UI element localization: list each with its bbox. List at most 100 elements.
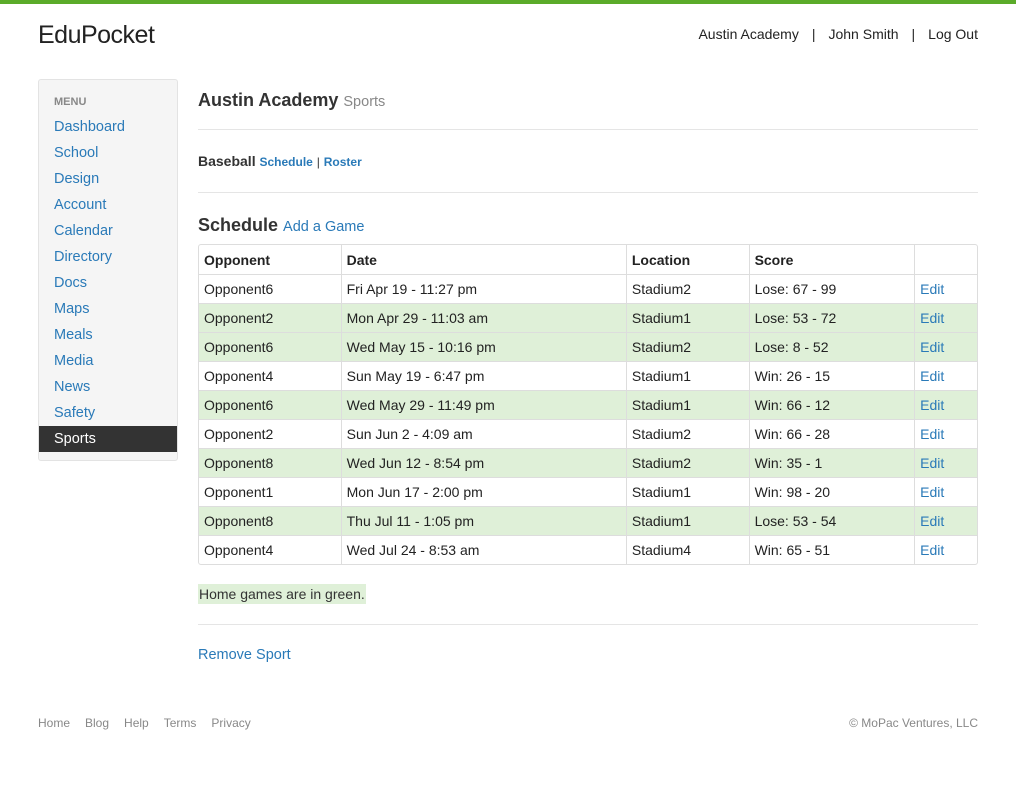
user-nav: Austin Academy | John Smith | Log Out xyxy=(698,26,978,42)
action-cell: Edit xyxy=(914,390,977,419)
add-game-link[interactable]: Add a Game xyxy=(283,219,364,235)
logout-link[interactable]: Log Out xyxy=(928,26,978,42)
edit-game-link[interactable]: Edit xyxy=(920,310,944,326)
action-cell: Edit xyxy=(914,506,977,535)
footer-link-blog[interactable]: Blog xyxy=(85,716,109,730)
sidebar-item-label[interactable]: Maps xyxy=(54,296,177,322)
location-cell: Stadium1 xyxy=(625,361,749,390)
brand-logo[interactable]: EduPocket xyxy=(38,21,155,50)
sidebar-item-label[interactable]: Safety xyxy=(54,400,177,426)
sidebar-item-calendar[interactable]: Calendar xyxy=(39,218,177,244)
opponent-cell: Opponent6 xyxy=(199,390,341,419)
sidebar-item-label[interactable]: Calendar xyxy=(54,218,177,244)
edit-game-link[interactable]: Edit xyxy=(920,455,944,471)
action-cell: Edit xyxy=(914,419,977,448)
sidebar-item-label[interactable]: Sports xyxy=(54,426,177,452)
sidebar-item-media[interactable]: Media xyxy=(39,348,177,374)
sidebar-item-sports[interactable]: Sports xyxy=(39,426,177,452)
opponent-cell: Opponent2 xyxy=(199,303,341,332)
location-cell: Stadium1 xyxy=(625,506,749,535)
copyright: © MoPac Ventures, LLC xyxy=(849,716,978,730)
remove-sport-link[interactable]: Remove Sport xyxy=(198,647,291,663)
sidebar-item-label[interactable]: Dashboard xyxy=(54,114,177,140)
menu-label: MENU xyxy=(54,96,87,108)
footer-links: Home Blog Help Terms Privacy xyxy=(38,716,978,730)
footer-link-privacy[interactable]: Privacy xyxy=(211,716,250,730)
edit-game-link[interactable]: Edit xyxy=(920,281,944,297)
date-cell: Mon Jun 17 - 2:00 pm xyxy=(340,477,626,506)
date-cell: Thu Jul 11 - 1:05 pm xyxy=(340,506,626,535)
sidebar-item-design[interactable]: Design xyxy=(39,166,177,192)
footer-link-home[interactable]: Home xyxy=(38,716,70,730)
sport-subnav: Baseball Schedule | Roster xyxy=(198,153,362,169)
sidebar-item-account[interactable]: Account xyxy=(39,192,177,218)
table-row: Opponent6 Fri Apr 19 - 11:27 pm Stadium2 Lo… xyxy=(199,274,977,303)
edit-game-link[interactable]: Edit xyxy=(920,397,944,413)
sidebar-item-dashboard[interactable]: Dashboard xyxy=(39,114,177,140)
score-cell: Win: 66 - 28 xyxy=(748,419,915,448)
opponent-cell: Opponent6 xyxy=(199,274,341,303)
sidebar-item-label[interactable]: Docs xyxy=(54,270,177,296)
roster-link[interactable]: Roster xyxy=(324,155,362,169)
sidebar-item-label[interactable]: Directory xyxy=(54,244,177,270)
action-cell: Edit xyxy=(914,477,977,506)
sidebar-item-label[interactable]: School xyxy=(54,140,177,166)
edit-game-link[interactable]: Edit xyxy=(920,542,944,558)
sidebar-item-school[interactable]: School xyxy=(39,140,177,166)
header: EduPocket Austin Academy | John Smith | … xyxy=(0,4,1016,64)
footer-link-terms[interactable]: Terms xyxy=(164,716,197,730)
sidebar-item-maps[interactable]: Maps xyxy=(39,296,177,322)
school-link[interactable]: Austin Academy xyxy=(698,26,798,42)
subnav-separator: | xyxy=(316,155,320,169)
table-row: Opponent2 Mon Apr 29 - 11:03 am Stadium1 Lo… xyxy=(199,303,977,332)
table-row: Opponent2 Sun Jun 2 - 4:09 am Stadium2 Win:… xyxy=(199,419,977,448)
edit-game-link[interactable]: Edit xyxy=(920,368,944,384)
column-header: Opponent xyxy=(204,251,271,268)
action-cell: Edit xyxy=(914,332,977,361)
user-link[interactable]: John Smith xyxy=(828,26,898,42)
table-row: Opponent4 Sun May 19 - 6:47 pm Stadium1 Win… xyxy=(199,361,977,390)
score-cell: Lose: 8 - 52 xyxy=(748,332,915,361)
action-cell: Edit xyxy=(914,448,977,477)
page-title-text: Austin Academy xyxy=(198,90,339,110)
schedule-title: Schedule xyxy=(198,215,279,235)
score-cell: Lose: 53 - 54 xyxy=(748,506,915,535)
opponent-cell: Opponent4 xyxy=(199,535,341,564)
column-header: Score xyxy=(748,245,915,274)
sidebar-item-label[interactable]: Account xyxy=(54,192,177,218)
opponent-cell: Opponent1 xyxy=(199,477,341,506)
opponent-cell: Opponent6 xyxy=(199,332,341,361)
date-cell: Wed Jun 12 - 8:54 pm xyxy=(340,448,626,477)
divider xyxy=(198,624,978,625)
sidebar-item-label[interactable]: Meals xyxy=(54,322,177,348)
divider xyxy=(198,192,978,193)
edit-game-link[interactable]: Edit xyxy=(920,426,944,442)
action-cell: Edit xyxy=(914,535,977,564)
schedule-table: Opponent Date Location Score Opponent6 Fr… xyxy=(198,244,978,565)
column-header: Location xyxy=(625,245,749,274)
score-cell: Win: 65 - 51 xyxy=(748,535,915,564)
nav-separator: | xyxy=(811,26,816,42)
schedule-link[interactable]: Schedule xyxy=(259,155,312,169)
column-header: Date xyxy=(340,245,626,274)
edit-game-link[interactable]: Edit xyxy=(920,339,944,355)
table-row: Opponent1 Mon Jun 17 - 2:00 pm Stadium1 Win… xyxy=(199,477,977,506)
footer-link-help[interactable]: Help xyxy=(124,716,149,730)
date-cell: Wed May 29 - 11:49 pm xyxy=(340,390,626,419)
table-row: Opponent8 Wed Jun 12 - 8:54 pm Stadium2 Win… xyxy=(199,448,977,477)
location-cell: Stadium1 xyxy=(625,390,749,419)
score-cell: Win: 35 - 1 xyxy=(748,448,915,477)
sidebar-item-label[interactable]: News xyxy=(54,374,177,400)
location-cell: Stadium4 xyxy=(625,535,749,564)
sidebar-item-meals[interactable]: Meals xyxy=(39,322,177,348)
sidebar-item-label[interactable]: Design xyxy=(54,166,177,192)
sidebar-item-directory[interactable]: Directory xyxy=(39,244,177,270)
sidebar-item-docs[interactable]: Docs xyxy=(39,270,177,296)
edit-game-link[interactable]: Edit xyxy=(920,484,944,500)
sidebar-item-label[interactable]: Media xyxy=(54,348,177,374)
sidebar-item-safety[interactable]: Safety xyxy=(39,400,177,426)
action-cell: Edit xyxy=(914,274,977,303)
date-cell: Sun Jun 2 - 4:09 am xyxy=(340,419,626,448)
edit-game-link[interactable]: Edit xyxy=(920,513,944,529)
sidebar-item-news[interactable]: News xyxy=(39,374,177,400)
